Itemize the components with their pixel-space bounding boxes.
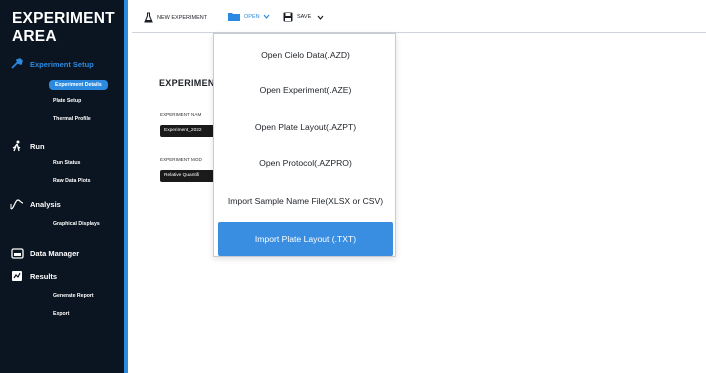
sidebar-item-export[interactable]: Export bbox=[53, 311, 69, 317]
menu-item-import-plate-layout[interactable]: Import Plate Layout (.TXT) bbox=[218, 222, 393, 256]
sidebar-item-plate-setup[interactable]: Plate Setup bbox=[53, 98, 81, 104]
nav-section-experiment-setup[interactable]: Experiment Setup bbox=[10, 58, 94, 70]
app-title: EXPERIMENT AREA bbox=[12, 10, 115, 45]
new-experiment-button[interactable]: NEW EXPERIMENT bbox=[144, 12, 207, 23]
menu-item-open-plate-layout[interactable]: Open Plate Layout(.AZPT) bbox=[218, 112, 393, 142]
nav-section-run[interactable]: Run bbox=[10, 140, 45, 152]
chevron-down-icon bbox=[263, 14, 270, 19]
sidebar-item-thermal-profile[interactable]: Thermal Profile bbox=[53, 116, 91, 122]
page-title: EXPERIMENT bbox=[159, 78, 221, 88]
open-button[interactable]: OPEN bbox=[228, 12, 274, 21]
folder-icon bbox=[228, 12, 240, 21]
results-icon bbox=[10, 270, 24, 282]
menu-item-open-experiment[interactable]: Open Experiment(.AZE) bbox=[218, 75, 393, 105]
sidebar-item-raw-data-plots[interactable]: Raw Data Plots bbox=[53, 178, 90, 184]
menu-item-import-sample-name-file[interactable]: Import Sample Name File(XLSX or CSV) bbox=[218, 186, 393, 216]
experiment-mode-label: EXPERIMENT MOD bbox=[160, 157, 202, 162]
sidebar-item-graphical-displays[interactable]: Graphical Displays bbox=[53, 221, 100, 227]
nav-section-results[interactable]: Results bbox=[10, 270, 57, 282]
sidebar-item-experiment-details[interactable]: Experiment Details bbox=[49, 80, 108, 90]
sidebar-item-generate-report[interactable]: Generate Report bbox=[53, 293, 94, 299]
open-menu: Open Cielo Data(.AZD) Open Experiment(.A… bbox=[213, 33, 396, 257]
nav-section-data-manager[interactable]: Data Manager bbox=[10, 247, 79, 259]
menu-item-open-cielo-data[interactable]: Open Cielo Data(.AZD) bbox=[218, 40, 393, 70]
menu-item-open-protocol[interactable]: Open Protocol(.AZPRO) bbox=[218, 148, 393, 178]
data-manager-icon bbox=[10, 247, 24, 259]
nav-section-analysis[interactable]: Analysis bbox=[10, 198, 61, 210]
runner-icon bbox=[10, 140, 24, 152]
toolbar: NEW EXPERIMENT OPEN SAVE bbox=[132, 0, 706, 33]
tools-icon bbox=[10, 58, 24, 70]
floppy-disk-icon bbox=[283, 12, 293, 22]
experiment-name-label: EXPERIMENT NAM bbox=[160, 112, 202, 117]
chevron-down-icon bbox=[317, 15, 324, 20]
sidebar: EXPERIMENT AREA Experiment Setup Experim… bbox=[0, 0, 128, 373]
sidebar-item-run-status[interactable]: Run Status bbox=[53, 160, 80, 166]
flask-icon bbox=[144, 12, 153, 23]
analysis-curve-icon bbox=[10, 198, 24, 210]
save-button[interactable]: SAVE bbox=[283, 12, 328, 22]
